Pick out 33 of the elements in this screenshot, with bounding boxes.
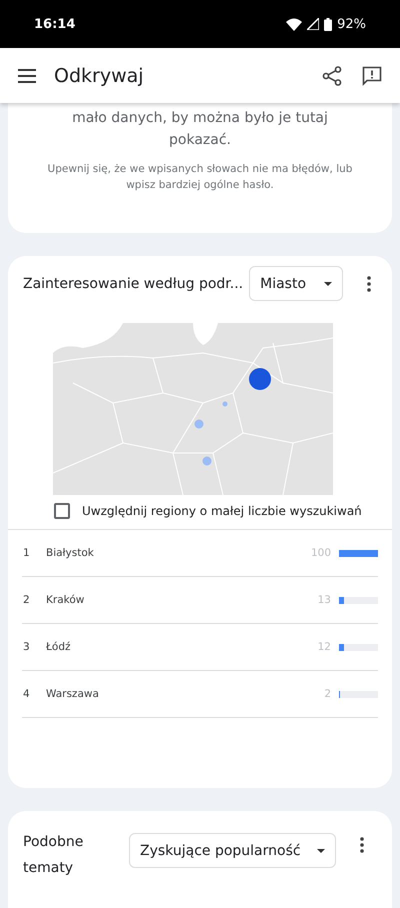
rank-number: 4 bbox=[22, 688, 31, 700]
feedback-icon bbox=[362, 66, 382, 86]
wifi-icon bbox=[286, 18, 302, 30]
city-name: Warszawa bbox=[46, 688, 100, 700]
clock: 16:14 bbox=[34, 16, 76, 32]
resolution-dropdown[interactable]: Miasto bbox=[249, 266, 344, 301]
no-data-message: mało danych, by można było je tutaj pokazać. bbox=[71, 109, 329, 150]
rank-number: 2 bbox=[22, 594, 31, 606]
battery-percentage: 92% bbox=[337, 16, 366, 32]
card-title: Zainteresowanie według podr... bbox=[23, 276, 244, 292]
city-name: Białystok bbox=[46, 547, 95, 559]
interest-value: 100 bbox=[310, 547, 331, 559]
more-icon bbox=[360, 837, 364, 853]
signal-icon bbox=[307, 18, 320, 30]
menu-icon bbox=[18, 68, 36, 82]
share-icon bbox=[322, 66, 342, 86]
city-name: Łódź bbox=[46, 641, 72, 653]
app-title: Odkrywaj bbox=[54, 64, 144, 86]
interest-value: 13 bbox=[318, 594, 331, 606]
caret-icon bbox=[324, 282, 332, 286]
checkbox-label: Uwzględnij regiony o małej liczbie wyszukiwań bbox=[82, 504, 362, 518]
rank-number: 1 bbox=[22, 547, 31, 559]
more-icon bbox=[367, 276, 372, 292]
city-name: Kraków bbox=[46, 594, 86, 606]
hint-text: Upewnij się, że we wpisanych słowach nie ma błędów, lub wpisz bardziej ogólne hasło. bbox=[46, 162, 354, 193]
card-title: Podobne tematy bbox=[23, 833, 84, 878]
interest-value: 2 bbox=[324, 688, 331, 700]
checkbox[interactable] bbox=[54, 503, 70, 519]
rank-number: 3 bbox=[22, 641, 31, 653]
interest-value: 12 bbox=[318, 641, 331, 653]
battery-icon bbox=[324, 18, 332, 30]
caret-icon bbox=[316, 848, 325, 852]
filter-dropdown[interactable]: Zyskujące popularność bbox=[129, 833, 336, 868]
